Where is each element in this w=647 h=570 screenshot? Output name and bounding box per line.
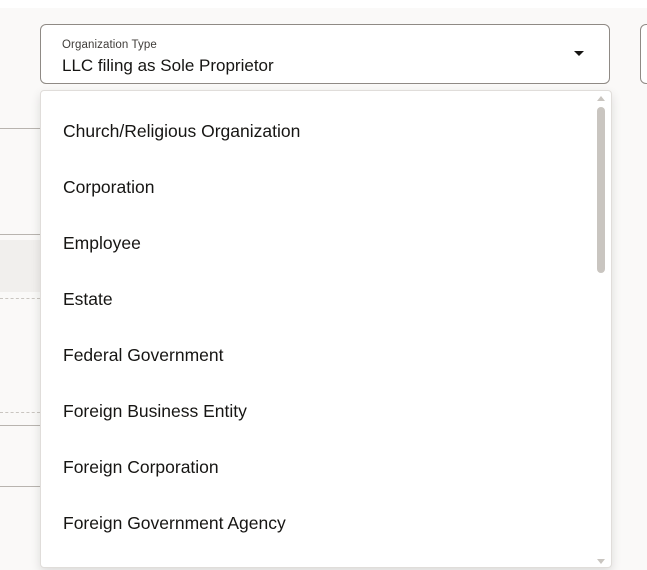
background-divider [0,234,40,235]
caret-down-icon[interactable] [574,51,584,56]
organization-type-select[interactable]: Organization Type LLC filing as Sole Pro… [40,24,610,84]
option-corporation[interactable]: Corporation [41,159,596,215]
organization-type-listbox[interactable]: Church/Religious Organization Corporatio… [40,90,612,568]
scroll-down-arrow-icon[interactable] [597,559,605,564]
background-panel [0,240,40,292]
scroll-thumb[interactable] [597,107,605,273]
background-divider [0,128,40,129]
option-federal-government[interactable]: Federal Government [41,327,596,383]
background-dashed-divider [0,298,40,299]
scroll-up-arrow-icon[interactable] [597,96,605,101]
adjacent-field[interactable] [640,24,647,84]
select-label: Organization Type [62,39,157,51]
option-estate[interactable]: Estate [41,271,596,327]
option-foreign-corporation[interactable]: Foreign Corporation [41,439,596,495]
select-value: LLC filing as Sole Proprietor [62,56,274,75]
option-employee[interactable]: Employee [41,215,596,271]
option-church-religious-organization[interactable]: Church/Religious Organization [41,103,596,159]
background-divider [0,486,40,487]
option-foreign-business-entity[interactable]: Foreign Business Entity [41,383,596,439]
background-dashed-divider [0,412,40,413]
listbox-scrollbar[interactable] [594,93,608,567]
background-divider [0,425,40,426]
option-foreign-government-agency[interactable]: Foreign Government Agency [41,495,596,551]
